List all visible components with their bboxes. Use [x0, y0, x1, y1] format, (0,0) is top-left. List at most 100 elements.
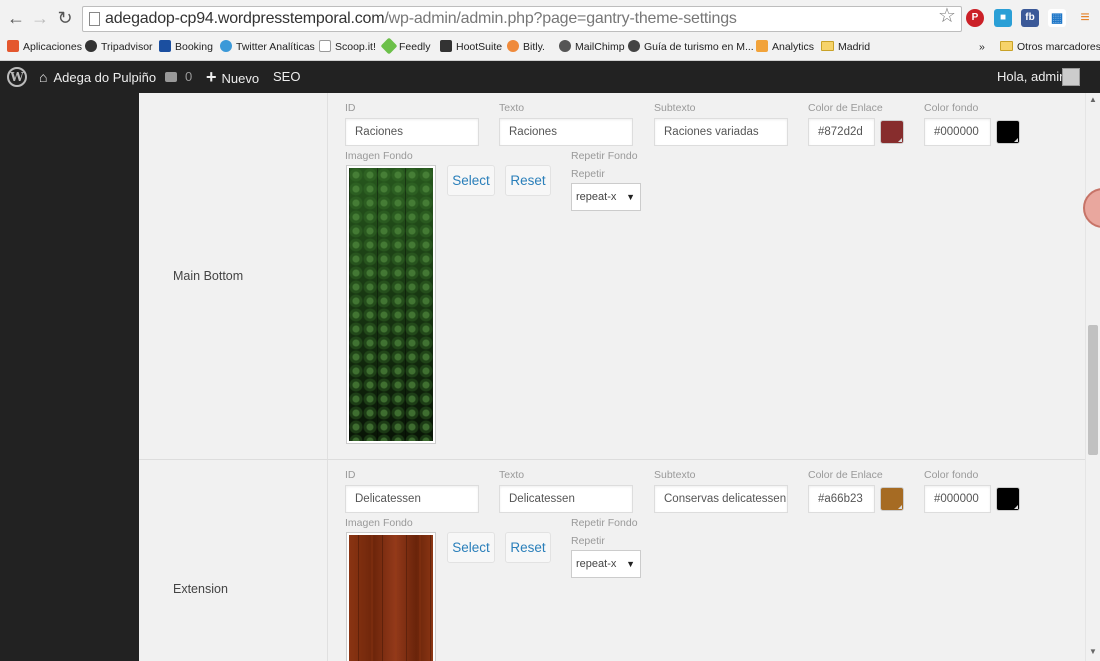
id-label: ID [345, 469, 356, 481]
bg-color-input[interactable]: #000000 [924, 118, 991, 146]
account-greeting[interactable]: Hola, admin [997, 61, 1066, 93]
bookmark-twitter-analytics[interactable]: Twitter Analíticas [220, 39, 315, 56]
repeat-label: Repetir [571, 168, 605, 180]
page-icon [319, 40, 331, 52]
site-name-link[interactable]: ⌂ Adega do Pulpiño [39, 61, 156, 93]
url-text[interactable]: adegadop-cp94.wordpresstemporal.com/wp-a… [105, 10, 737, 28]
bg-image-preview [346, 532, 436, 661]
bookmark-tripadvisor[interactable]: Tripadvisor [85, 39, 153, 56]
extension-icon[interactable]: ■ [994, 9, 1012, 27]
bg-color-swatch[interactable] [996, 487, 1020, 511]
repeat-select[interactable]: repeat-x ▼ [571, 550, 641, 578]
comments-link[interactable]: 0 [165, 61, 192, 93]
avatar[interactable] [1062, 68, 1080, 86]
reload-icon[interactable]: ↻ [55, 8, 75, 28]
bookmark-hootsuite[interactable]: HootSuite [440, 39, 502, 56]
bitly-icon [507, 40, 519, 52]
twitter-icon [220, 40, 232, 52]
text-input[interactable]: Raciones [499, 118, 633, 146]
new-content-link[interactable]: + Nuevo [206, 61, 259, 93]
scroll-up-icon[interactable]: ▲ [1088, 95, 1098, 104]
bookmark-feedly[interactable]: Feedly [380, 37, 431, 56]
link-color-input[interactable]: #a66b23 [808, 485, 875, 513]
back-icon[interactable]: ← [6, 8, 26, 28]
link-color-label: Color de Enlace [808, 102, 883, 114]
compass-icon [628, 40, 640, 52]
browser-chrome: ← → ↻ adegadop-cp94.wordpresstemporal.co… [0, 0, 1100, 61]
comment-icon [165, 72, 177, 82]
repeat-select-value: repeat-x [576, 558, 617, 570]
bookmark-madrid[interactable]: Madrid [821, 39, 870, 56]
hootsuite-icon [440, 40, 452, 52]
feedly-icon [380, 37, 398, 55]
dropbox-icon[interactable]: ▦ [1048, 9, 1066, 27]
bookmark-guia-turismo[interactable]: Guía de turismo en M... [628, 39, 754, 56]
scrollbar-thumb[interactable] [1088, 325, 1098, 455]
bookmark-analytics[interactable]: Analytics [756, 39, 814, 56]
text-input[interactable]: Delicatessen [499, 485, 633, 513]
apps-grid-icon [7, 40, 19, 52]
bg-color-swatch[interactable] [996, 120, 1020, 144]
pinterest-icon[interactable]: P [966, 9, 984, 27]
reset-image-button[interactable]: Reset [505, 532, 551, 563]
repeat-select[interactable]: repeat-x ▼ [571, 183, 641, 211]
link-color-label: Color de Enlace [808, 469, 883, 481]
bg-image-label: Imagen Fondo [345, 150, 413, 162]
bookmark-star-icon[interactable]: ☆ [938, 6, 956, 26]
caret-down-icon: ▼ [626, 559, 635, 569]
folder-icon [821, 41, 834, 51]
forward-icon[interactable]: → [30, 8, 50, 28]
plus-icon: + [206, 67, 217, 87]
analytics-icon [756, 40, 768, 52]
subtext-label: Subtexto [654, 469, 696, 481]
link-color-input[interactable]: #872d2d [808, 118, 875, 146]
admin-sidebar [0, 93, 139, 661]
page-scrollbar[interactable]: ▲ ▼ [1085, 93, 1100, 661]
bg-color-label: Color fondo [924, 102, 979, 114]
section-main-bottom: Main Bottom ID Raciones Texto Raciones S… [139, 93, 1085, 460]
bg-color-input[interactable]: #000000 [924, 485, 991, 513]
select-image-button[interactable]: Select [447, 165, 495, 196]
caret-down-icon: ▼ [626, 192, 635, 202]
page-icon [89, 12, 100, 26]
folder-icon [1000, 41, 1013, 51]
subtext-input[interactable]: Raciones variadas [654, 118, 788, 146]
link-color-swatch[interactable] [880, 120, 904, 144]
repeat-bg-label: Repetir Fondo [571, 517, 638, 529]
mailchimp-icon [559, 40, 571, 52]
bookmarks-bar: Aplicaciones Tripadvisor Booking Twitter… [0, 36, 1100, 58]
id-label: ID [345, 102, 356, 114]
select-image-button[interactable]: Select [447, 532, 495, 563]
bookmark-booking[interactable]: Booking [159, 39, 213, 56]
facebook-extension-icon[interactable]: fb [1021, 9, 1039, 27]
link-color-swatch[interactable] [880, 487, 904, 511]
repeat-label: Repetir [571, 535, 605, 547]
address-bar[interactable]: adegadop-cp94.wordpresstemporal.com/wp-a… [82, 6, 962, 32]
seo-link[interactable]: SEO [273, 61, 300, 93]
subtext-label: Subtexto [654, 102, 696, 114]
bookmark-other[interactable]: Otros marcadores [1000, 39, 1100, 56]
scroll-down-icon[interactable]: ▼ [1088, 647, 1098, 656]
subtext-input[interactable]: Conservas delicatessen Lu [654, 485, 788, 513]
bookmark-scoopit[interactable]: Scoop.it! [319, 39, 376, 56]
bookmark-mailchimp[interactable]: MailChimp [559, 39, 625, 56]
theme-settings-panel: Main Bottom ID Raciones Texto Raciones S… [139, 93, 1085, 661]
wordpress-logo-icon[interactable]: W [7, 67, 27, 87]
bookmarks-overflow[interactable]: » [979, 39, 985, 56]
bg-image-preview [346, 165, 436, 444]
reset-image-button[interactable]: Reset [505, 165, 551, 196]
bg-color-label: Color fondo [924, 469, 979, 481]
home-icon: ⌂ [39, 69, 48, 85]
bookmark-apps[interactable]: Aplicaciones [7, 39, 82, 56]
section-extension: Extension ID Delicatessen Texto Delicate… [139, 460, 1085, 661]
bookmark-bitly[interactable]: Bitly. [507, 39, 545, 56]
id-input[interactable]: Delicatessen [345, 485, 479, 513]
tripadvisor-icon [85, 40, 97, 52]
wood-texture-image [349, 535, 433, 661]
section-label-column: Main Bottom [139, 93, 328, 459]
id-input[interactable]: Raciones [345, 118, 479, 146]
browser-toolbar: ← → ↻ adegadop-cp94.wordpresstemporal.co… [0, 0, 1100, 36]
section-title: Extension [173, 582, 228, 596]
repeat-bg-label: Repetir Fondo [571, 150, 638, 162]
menu-icon[interactable]: ≡ [1076, 9, 1094, 27]
